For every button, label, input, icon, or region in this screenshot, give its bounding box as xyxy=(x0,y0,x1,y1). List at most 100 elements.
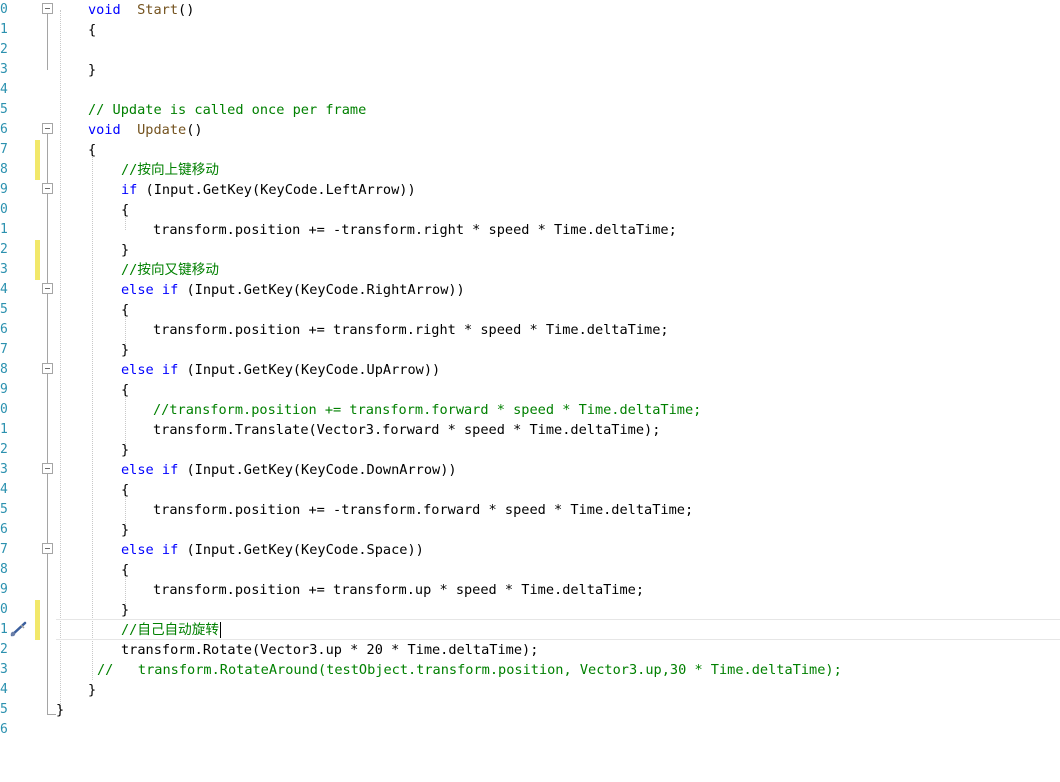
code-text[interactable]: } xyxy=(88,680,96,700)
code-line[interactable]: 2 xyxy=(0,40,1060,60)
code-line[interactable]: 6} xyxy=(0,520,1060,540)
code-text[interactable]: transform.position += transform.up * spe… xyxy=(153,580,644,600)
code-token: } xyxy=(121,442,130,458)
code-line[interactable]: 1 transform.Translate(Vector3.forward * s… xyxy=(0,420,1060,440)
code-line[interactable]: 8 //按向上键移动 xyxy=(0,160,1060,180)
code-text[interactable]: { xyxy=(88,20,96,40)
code-token: { xyxy=(121,202,130,218)
comment-token: //transform.position += transform.forwar… xyxy=(153,402,702,418)
code-text[interactable]: void Start() xyxy=(88,0,194,20)
code-line[interactable]: 4 else if (Input.GetKey(KeyCode.RightArro… xyxy=(0,280,1060,300)
code-text[interactable]: { xyxy=(121,480,129,500)
code-line[interactable]: 9{ xyxy=(0,380,1060,400)
collapse-minus-icon[interactable] xyxy=(42,463,53,474)
code-text[interactable]: transform.position += -transform.right *… xyxy=(153,220,677,240)
code-text[interactable]: //自己自动旋转 xyxy=(121,620,221,640)
code-text[interactable]: //按向又键移动 xyxy=(121,260,219,280)
code-line[interactable]: 3 //按向又键移动 xyxy=(0,260,1060,280)
code-text[interactable]: } xyxy=(121,240,129,260)
code-line[interactable]: 3 // transform.RotateAround(testObject.tr… xyxy=(0,660,1060,680)
code-text[interactable]: void Update() xyxy=(88,120,203,140)
code-line[interactable]: 6 xyxy=(0,720,1060,740)
code-text[interactable]: //按向上键移动 xyxy=(121,160,219,180)
code-text[interactable]: } xyxy=(88,60,96,80)
code-line[interactable]: 8{ xyxy=(0,560,1060,580)
code-token: transform.position += transform.up * spe… xyxy=(153,582,645,598)
line-number: 4 xyxy=(0,482,8,497)
code-line[interactable]: 0} xyxy=(0,600,1060,620)
code-line[interactable]: 2} xyxy=(0,240,1060,260)
code-line[interactable]: 4} xyxy=(0,680,1060,700)
code-line[interactable]: 2 transform.Rotate(Vector3.up * 20 * Time… xyxy=(0,640,1060,660)
code-token: { xyxy=(121,382,130,398)
code-text[interactable]: } xyxy=(121,340,129,360)
line-number: 2 xyxy=(0,442,8,457)
code-line[interactable]: 0 void Start() xyxy=(0,0,1060,20)
code-line[interactable]: 5 // Update is called once per frame xyxy=(0,100,1060,120)
collapse-minus-icon[interactable] xyxy=(42,183,53,194)
code-text[interactable]: // Update is called once per frame xyxy=(88,100,366,120)
code-line[interactable]: 0{ xyxy=(0,200,1060,220)
code-line[interactable]: 5 transform.position += -transform.forwar… xyxy=(0,500,1060,520)
code-line[interactable]: 9 if (Input.GetKey(KeyCode.LeftArrow)) xyxy=(0,180,1060,200)
code-line[interactable]: 5} xyxy=(0,700,1060,720)
method-token: Update xyxy=(137,122,187,138)
line-number: 3 xyxy=(0,62,8,77)
code-line[interactable]: 6 transform.position += transform.right *… xyxy=(0,320,1060,340)
code-text[interactable]: } xyxy=(56,700,64,720)
code-line[interactable]: 8 else if (Input.GetKey(KeyCode.UpArrow)) xyxy=(0,360,1060,380)
code-line[interactable]: 1 transform.position += -transform.right … xyxy=(0,220,1060,240)
code-text[interactable]: else if (Input.GetKey(KeyCode.RightArrow… xyxy=(121,280,465,300)
code-text[interactable]: { xyxy=(121,300,129,320)
code-line[interactable]: 4 xyxy=(0,80,1060,100)
code-token: transform.position += transform.right * … xyxy=(153,322,669,338)
code-text[interactable]: transform.position += -transform.forward… xyxy=(153,500,693,520)
code-text[interactable]: transform.position += transform.right * … xyxy=(153,320,669,340)
line-number: 8 xyxy=(0,162,8,177)
collapse-minus-icon[interactable] xyxy=(42,283,53,294)
code-line[interactable]: 6 void Update() xyxy=(0,120,1060,140)
code-line[interactable]: 0 //transform.position += transform.forwa… xyxy=(0,400,1060,420)
code-line[interactable]: 7{ xyxy=(0,140,1060,160)
code-text[interactable]: } xyxy=(121,520,129,540)
line-number: 5 xyxy=(0,502,8,517)
code-line[interactable]: 7 else if (Input.GetKey(KeyCode.Space)) xyxy=(0,540,1060,560)
code-line[interactable]: 2} xyxy=(0,440,1060,460)
code-line[interactable]: 4{ xyxy=(0,480,1060,500)
code-line[interactable]: 3 else if (Input.GetKey(KeyCode.DownArrow… xyxy=(0,460,1060,480)
code-line[interactable]: 1 //自己自动旋转 xyxy=(0,620,1060,640)
code-text[interactable]: { xyxy=(88,140,96,160)
code-text[interactable]: { xyxy=(121,380,129,400)
code-line[interactable]: 1{ xyxy=(0,20,1060,40)
code-text[interactable]: { xyxy=(121,560,129,580)
code-text[interactable]: } xyxy=(121,440,129,460)
line-number: 0 xyxy=(0,202,8,217)
collapse-minus-icon[interactable] xyxy=(42,363,53,374)
code-text[interactable]: else if (Input.GetKey(KeyCode.UpArrow)) xyxy=(121,360,440,380)
code-line[interactable]: 5{ xyxy=(0,300,1060,320)
code-text[interactable]: else if (Input.GetKey(KeyCode.Space)) xyxy=(121,540,424,560)
collapse-minus-icon[interactable] xyxy=(42,543,53,554)
code-line[interactable]: 9 transform.position += transform.up * sp… xyxy=(0,580,1060,600)
code-editor[interactable]: 0 void Start() 1{2 3} 4 5// Update is called … xyxy=(0,0,1060,782)
text-cursor xyxy=(219,622,221,638)
code-token: (Input.GetKey(KeyCode.LeftArrow)) xyxy=(137,182,416,198)
code-text[interactable]: else if (Input.GetKey(KeyCode.DownArrow)… xyxy=(121,460,457,480)
code-text[interactable]: } xyxy=(121,600,129,620)
line-number: 5 xyxy=(0,102,8,117)
comment-token: // Update is called once per frame xyxy=(88,102,367,118)
line-number: 7 xyxy=(0,342,8,357)
comment-token: //按向上键移动 xyxy=(121,162,219,178)
code-line[interactable]: 7} xyxy=(0,340,1060,360)
keyword-token: else if xyxy=(121,362,179,378)
code-text[interactable]: transform.Rotate(Vector3.up * 20 * Time.… xyxy=(121,640,538,660)
line-number: 1 xyxy=(0,422,8,437)
collapse-minus-icon[interactable] xyxy=(42,3,53,14)
code-text[interactable]: { xyxy=(121,200,129,220)
code-line[interactable]: 3} xyxy=(0,60,1060,80)
collapse-minus-icon[interactable] xyxy=(42,123,53,134)
code-text[interactable]: //transform.position += transform.forwar… xyxy=(153,400,701,420)
code-text[interactable]: transform.Translate(Vector3.forward * sp… xyxy=(153,420,660,440)
code-text[interactable]: if (Input.GetKey(KeyCode.LeftArrow)) xyxy=(121,180,416,200)
code-text[interactable]: // transform.RotateAround(testObject.tra… xyxy=(97,660,842,680)
